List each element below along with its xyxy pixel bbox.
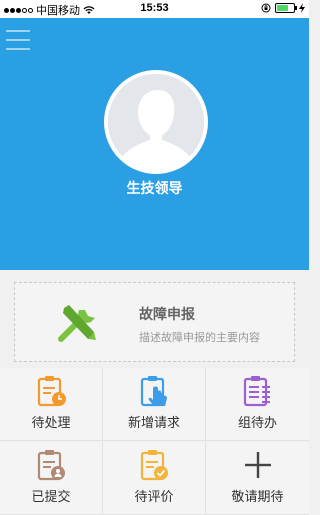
menu-item-new-request[interactable]: 新增请求 [103, 368, 206, 441]
menu-item-submitted[interactable]: 已提交 [0, 442, 103, 515]
clipboard-user-icon [37, 450, 65, 481]
menu-item-to-evaluate[interactable]: 待评价 [103, 442, 206, 515]
menu-item-label: 新增请求 [127, 415, 180, 430]
avatar[interactable] [104, 70, 208, 174]
clipboard-list-icon [243, 376, 270, 407]
charging-icon [299, 3, 305, 13]
menu-item-label: 已提交 [31, 489, 71, 504]
menu-item-group-todo[interactable]: 组待办 [206, 368, 309, 441]
rotation-lock-icon [261, 3, 271, 13]
menu-item-pending[interactable]: 待处理 [0, 368, 103, 441]
fault-report-card[interactable]: 故障申报 描述故障申报的主要内容 [14, 282, 295, 362]
function-grid: 待处理 新增请求 组待办 已提交 待评价 敬请期待 [0, 368, 309, 515]
fault-report-description: 描述故障申报的主要内容 [139, 332, 260, 344]
clipboard-hand-icon [140, 376, 167, 407]
menu-item-label: 组待办 [237, 415, 277, 430]
profile-header: 生技领导 [0, 18, 309, 270]
menu-item-label: 待评价 [134, 489, 174, 504]
user-name: 生技领导 [126, 180, 183, 196]
fault-report-title: 故障申报 [139, 306, 195, 322]
menu-item-coming-soon[interactable]: 敬请期待 [206, 442, 309, 515]
menu-item-label: 敬请期待 [231, 489, 284, 504]
hamburger-menu-icon[interactable] [6, 30, 32, 52]
default-user-icon [108, 74, 204, 170]
battery-icon [275, 3, 297, 13]
plus-icon [245, 452, 271, 478]
clipboard-clock-icon [37, 376, 66, 407]
menu-item-label: 待处理 [31, 415, 71, 430]
status-bar: 中国移动 15:53 [0, 0, 309, 18]
tools-icon [58, 305, 96, 342]
status-right [261, 3, 305, 13]
clipboard-check-icon [140, 450, 168, 481]
